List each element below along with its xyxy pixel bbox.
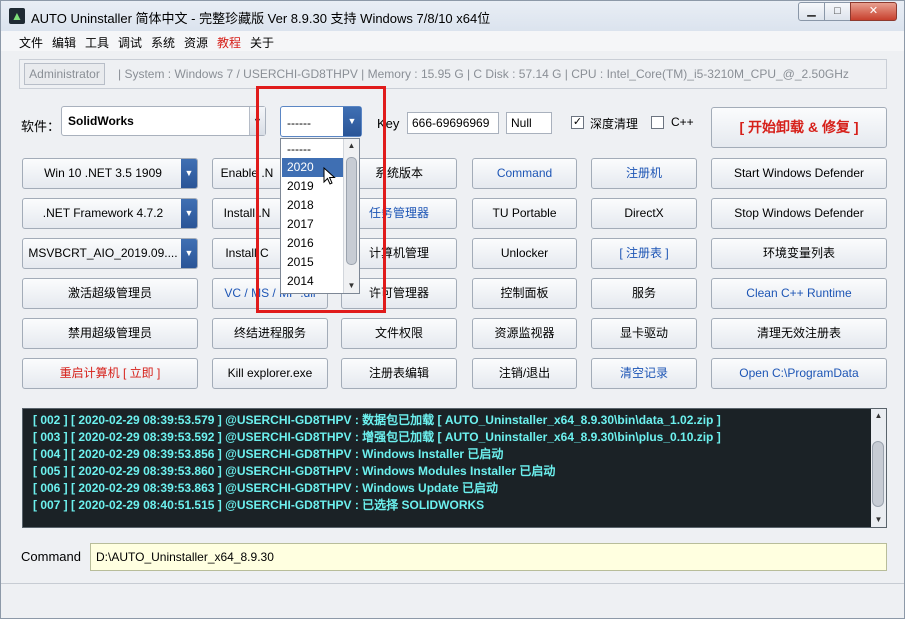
minimize-button[interactable]: ▁ <box>798 2 825 21</box>
menu-debug[interactable]: 调试 <box>118 34 142 51</box>
cpp-label: C++ <box>671 115 694 129</box>
command-label: Command <box>21 549 81 564</box>
log-line: [ 003 ] [ 2020-02-29 08:39:53.592 ] @USE… <box>33 430 721 444</box>
menu-file[interactable]: 文件 <box>19 34 43 51</box>
chevron-down-icon: ▼ <box>181 239 197 268</box>
net35-select-label: Win 10 .NET 3.5 1909 <box>44 166 162 180</box>
red-highlight-annotation <box>256 86 386 313</box>
title-bar[interactable]: ▲ AUTO Uninstaller 简体中文 - 完整珍藏版 Ver 8.9.… <box>1 1 904 31</box>
gpu-driver-button[interactable]: 显卡驱动 <box>591 318 697 349</box>
menu-about[interactable]: 关于 <box>250 34 274 51</box>
app-logo-icon: ▲ <box>9 8 25 24</box>
logout-button[interactable]: 注销/退出 <box>472 358 577 389</box>
disable-admin-button[interactable]: 禁用超级管理员 <box>22 318 198 349</box>
software-select[interactable]: SolidWorks ▼ <box>61 106 266 136</box>
scroll-down-icon[interactable]: ▼ <box>871 513 886 527</box>
restart-computer-button[interactable]: 重启计算机 [ 立即 ] <box>22 358 198 389</box>
menu-tools[interactable]: 工具 <box>85 34 109 51</box>
deep-clean-label: 深度清理 <box>590 117 639 131</box>
maximize-icon: □ <box>834 5 841 17</box>
app-window: ▲ AUTO Uninstaller 简体中文 - 完整珍藏版 Ver 8.9.… <box>0 0 905 619</box>
netfx-select[interactable]: .NET Framework 4.7.2 ▼ <box>22 198 198 229</box>
window-title: AUTO Uninstaller 简体中文 - 完整珍藏版 Ver 8.9.30… <box>31 11 491 26</box>
menu-resources[interactable]: 资源 <box>184 34 208 51</box>
kill-explorer-button[interactable]: Kill explorer.exe <box>212 358 328 389</box>
system-info-text: | System : Windows 7 / USERCHI-GD8THPV |… <box>118 67 849 81</box>
clean-cpp-runtime-button[interactable]: Clean C++ Runtime <box>711 278 887 309</box>
netfx-select-label: .NET Framework 4.7.2 <box>42 206 164 220</box>
start-defender-button[interactable]: Start Windows Defender <box>711 158 887 189</box>
null-input[interactable]: Null <box>506 112 552 134</box>
directx-button[interactable]: DirectX <box>591 198 697 229</box>
command-button[interactable]: Command <box>472 158 577 189</box>
close-button[interactable]: ✕ <box>850 2 897 21</box>
kill-process-service-button[interactable]: 终结进程服务 <box>212 318 328 349</box>
services-button[interactable]: 服务 <box>591 278 697 309</box>
menu-bar: 文件 编辑 工具 调试 系统 资源 教程 关于 <box>1 31 904 51</box>
chevron-down-icon: ▼ <box>181 159 197 188</box>
msvbcrt-select[interactable]: MSVBCRT_AIO_2019.09.... ▼ <box>22 238 198 269</box>
menu-system[interactable]: 系统 <box>151 34 175 51</box>
log-line: [ 004 ] [ 2020-02-29 08:39:53.856 ] @USE… <box>33 447 504 461</box>
control-panel-button[interactable]: 控制面板 <box>472 278 577 309</box>
open-programdata-button[interactable]: Open C:\ProgramData <box>711 358 887 389</box>
msvbcrt-select-label: MSVBCRT_AIO_2019.09.... <box>28 246 178 260</box>
deep-clean-checkbox[interactable]: ✓ <box>571 116 584 129</box>
key-input[interactable]: 666-69696969 <box>407 112 499 134</box>
registry-button[interactable]: [ 注册表 ] <box>591 238 697 269</box>
chevron-down-icon: ▼ <box>181 199 197 228</box>
cpp-checkbox[interactable] <box>651 116 664 129</box>
system-info-panel: Administrator | System : Windows 7 / USE… <box>19 59 887 89</box>
unlocker-button[interactable]: Unlocker <box>472 238 577 269</box>
activate-admin-button[interactable]: 激活超级管理员 <box>22 278 198 309</box>
log-scrollbar[interactable]: ▲ ▼ <box>871 409 886 527</box>
registry-editor-button[interactable]: 注册表编辑 <box>341 358 457 389</box>
net35-select[interactable]: Win 10 .NET 3.5 1909 ▼ <box>22 158 198 189</box>
keygen-button[interactable]: 注册机 <box>591 158 697 189</box>
resource-monitor-button[interactable]: 资源监视器 <box>472 318 577 349</box>
clean-registry-button[interactable]: 清理无效注册表 <box>711 318 887 349</box>
admin-badge: Administrator <box>24 63 105 85</box>
stop-defender-button[interactable]: Stop Windows Defender <box>711 198 887 229</box>
log-line: [ 007 ] [ 2020-02-29 08:40:51.515 ] @USE… <box>33 498 485 512</box>
software-label: 软件： <box>21 119 61 134</box>
log-line: [ 006 ] [ 2020-02-29 08:39:53.863 ] @USE… <box>33 481 499 495</box>
file-permissions-button[interactable]: 文件权限 <box>341 318 457 349</box>
maximize-button[interactable]: □ <box>824 2 851 21</box>
log-panel[interactable]: [ 002 ] [ 2020-02-29 08:39:53.579 ] @USE… <box>22 408 887 528</box>
menu-tutorial[interactable]: 教程 <box>217 34 241 51</box>
clear-log-button[interactable]: 清空记录 <box>591 358 697 389</box>
close-icon: ✕ <box>868 5 879 17</box>
menu-edit[interactable]: 编辑 <box>52 34 76 51</box>
scrollbar-thumb[interactable] <box>872 441 884 507</box>
command-input[interactable]: D:\AUTO_Uninstaller_x64_8.9.30 <box>90 543 887 571</box>
software-select-value: SolidWorks <box>68 114 134 128</box>
status-bar-divider <box>1 583 904 584</box>
log-line: [ 005 ] [ 2020-02-29 08:39:53.860 ] @USE… <box>33 464 556 478</box>
minimize-icon: ▁ <box>807 5 816 17</box>
scroll-up-icon[interactable]: ▲ <box>871 409 886 423</box>
log-line: [ 002 ] [ 2020-02-29 08:39:53.579 ] @USE… <box>33 413 721 427</box>
start-uninstall-button[interactable]: [ 开始卸载 & 修复 ] <box>711 107 887 148</box>
env-variables-button[interactable]: 环境变量列表 <box>711 238 887 269</box>
tu-portable-button[interactable]: TU Portable <box>472 198 577 229</box>
